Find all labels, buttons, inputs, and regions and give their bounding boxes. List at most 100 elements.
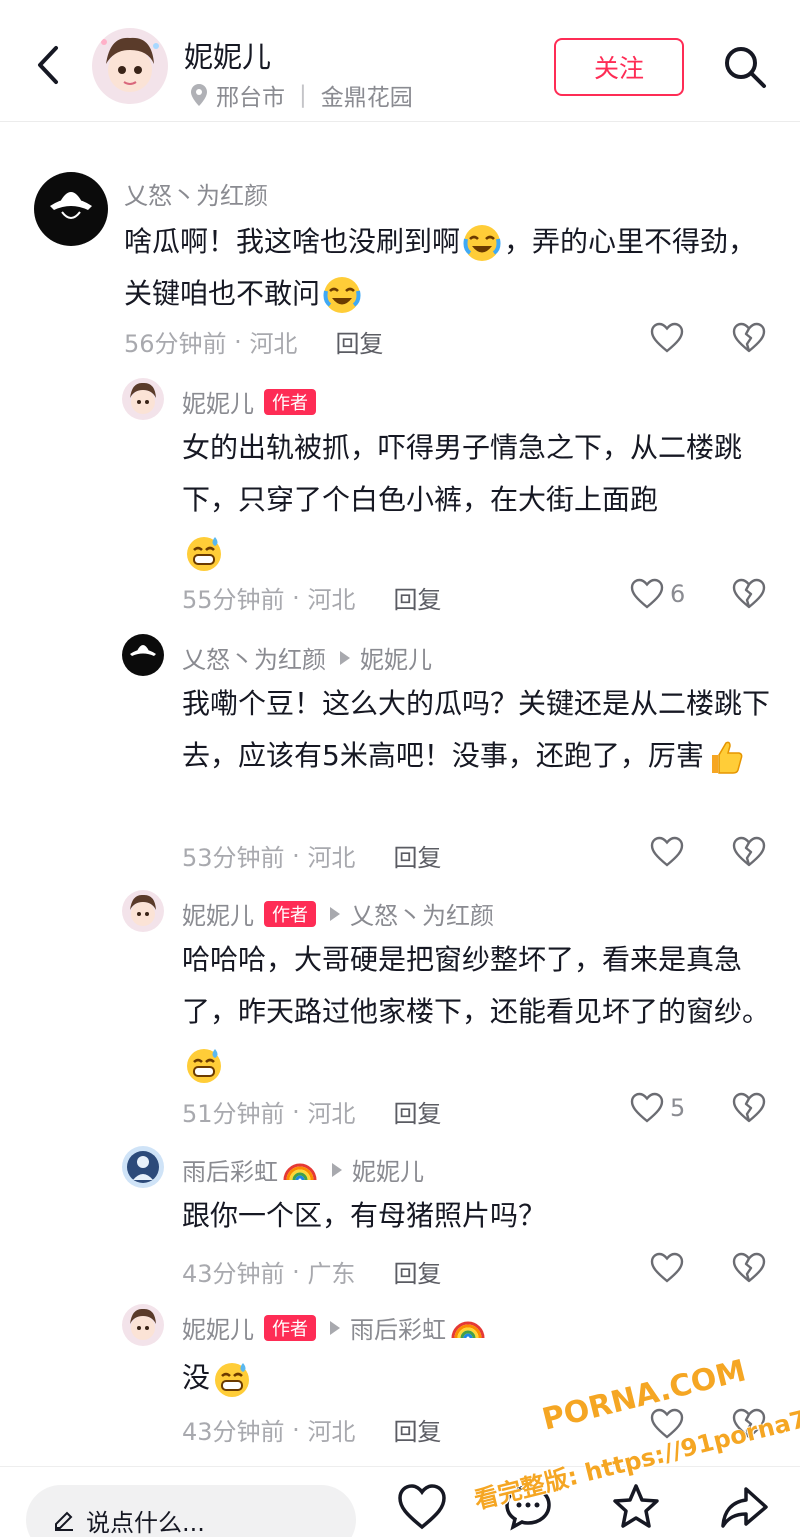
user-avatar[interactable] <box>34 172 108 246</box>
like-button[interactable] <box>650 322 684 354</box>
like-count: 6 <box>670 580 686 608</box>
reply-button[interactable]: 回复 <box>335 324 383 359</box>
comment-time: 43分钟前 <box>182 1260 285 1288</box>
heart-icon[interactable] <box>396 1481 448 1533</box>
broken-heart-icon[interactable] <box>732 1252 766 1284</box>
comment-input-placeholder: 说点什么... <box>86 1508 205 1537</box>
comment-username[interactable]: 妮妮儿 <box>182 1310 254 1345</box>
comment-text: 跟你一个区，有母猪照片吗？ <box>182 1190 772 1242</box>
thumbs-up-emoji-icon <box>711 741 743 774</box>
comment-header: 妮妮儿 作者 <box>182 384 316 419</box>
comment-text: 女的出轨被抓，吓得男子情急之下，从二楼跳下，只穿了个白色小裤，在大街上面跑 <box>182 422 772 578</box>
search-icon[interactable] <box>722 44 768 90</box>
comment-meta: 56分钟前 · 河北 回复 <box>124 324 383 359</box>
reply-button[interactable]: 回复 <box>393 1094 441 1129</box>
meta-dot: · <box>284 1415 308 1444</box>
back-arrow-icon[interactable] <box>30 40 70 90</box>
reply-to-username[interactable]: 乂怒丶为红颜 <box>350 896 494 931</box>
user-avatar[interactable] <box>122 1304 164 1346</box>
user-avatar[interactable] <box>122 634 164 676</box>
reply-button[interactable]: 回复 <box>393 1254 441 1289</box>
comment-time: 53分钟前 <box>182 844 285 872</box>
reply-button[interactable]: 回复 <box>393 838 441 873</box>
comment-time: 43分钟前 <box>182 1418 285 1446</box>
pencil-icon <box>55 1511 73 1531</box>
comment-text-part1: 我嘞个豆！这么大的瓜吗？关键还是从二楼跳下去，应该有5米高吧！没事，还跑了，厉害 <box>182 687 771 772</box>
comment-header: 乂怒丶为红颜 妮妮儿 <box>182 640 432 675</box>
reply-button[interactable]: 回复 <box>393 1412 441 1447</box>
comment-meta: 55分钟前 · 河北 回复 <box>182 580 441 615</box>
author-badge: 作者 <box>264 388 316 415</box>
location-pin-icon <box>191 84 207 106</box>
heart-icon <box>630 578 664 609</box>
comment-username[interactable]: 雨后彩虹 <box>182 1152 278 1187</box>
comment-meta: 53分钟前 · 河北 回复 <box>182 838 441 873</box>
comment-text-part1: 哈哈哈，大哥硬是把窗纱整坏了，看来是真急了，昨天路过他家楼下，还能看见坏了的窗纱… <box>182 943 771 1028</box>
star-icon[interactable] <box>610 1481 662 1533</box>
meta-dot: · <box>226 327 250 356</box>
comment-header: 雨后彩虹 妮妮儿 <box>182 1152 424 1187</box>
like-button[interactable] <box>650 1252 684 1284</box>
broken-heart-icon[interactable] <box>732 322 766 354</box>
user-avatar[interactable] <box>122 890 164 932</box>
rainbow-emoji-icon <box>283 1163 317 1180</box>
user-avatar[interactable] <box>122 378 164 420</box>
comment-time: 55分钟前 <box>182 586 285 614</box>
reply-to-username[interactable]: 雨后彩虹 <box>350 1310 446 1345</box>
like-button[interactable]: 5 <box>630 1092 685 1124</box>
comment-region: 河北 <box>307 844 356 872</box>
user-avatar[interactable] <box>122 1146 164 1188</box>
comment-meta: 43分钟前 · 河北 回复 <box>182 1412 441 1447</box>
like-count: 5 <box>670 1094 686 1122</box>
like-button[interactable]: 6 <box>630 578 685 610</box>
meta-dot: · <box>284 583 308 612</box>
location-separator: | <box>299 82 307 108</box>
comment-username[interactable]: 妮妮儿 <box>182 896 254 931</box>
reply-to-arrow-icon <box>330 906 340 921</box>
location: 邢台市 | 金鼎花园 <box>190 78 413 112</box>
comment-header: 妮妮儿 作者 雨后彩虹 <box>182 1310 486 1345</box>
grinning-sweat-emoji-icon <box>215 1363 250 1397</box>
broken-heart-icon[interactable] <box>732 836 766 868</box>
author-badge: 作者 <box>264 1314 316 1341</box>
comment-text-part1: 跟你一个区，有母猪照片吗？ <box>182 1199 547 1232</box>
comment-text: 啥瓜啊！我这啥也没刷到啊 ，弄的心里不得劲，关键咱也不敢问 <box>124 216 764 320</box>
heart-icon <box>650 836 684 867</box>
comment-region: 河北 <box>307 1418 356 1446</box>
comment-header: 妮妮儿 作者 乂怒丶为红颜 <box>182 896 494 931</box>
reply-button[interactable]: 回复 <box>393 580 441 615</box>
like-button[interactable] <box>650 836 684 868</box>
comment-meta: 43分钟前 · 广东 回复 <box>182 1254 441 1289</box>
comment-username[interactable]: 乂怒丶为红颜 <box>182 640 326 675</box>
author-avatar[interactable] <box>92 28 168 104</box>
reply-to-arrow-icon <box>340 650 350 665</box>
comment-meta: 51分钟前 · 河北 回复 <box>182 1094 441 1129</box>
comment-username[interactable]: 乂怒丶为红颜 <box>124 176 268 211</box>
rainbow-emoji-icon <box>451 1321 485 1338</box>
comment-region: 广东 <box>307 1260 356 1288</box>
reply-to-username[interactable]: 妮妮儿 <box>360 640 432 675</box>
heart-icon <box>650 1252 684 1283</box>
comment-text: 哈哈哈，大哥硬是把窗纱整坏了，看来是真急了，昨天路过他家楼下，还能看见坏了的窗纱… <box>182 934 772 1090</box>
author-name[interactable]: 妮妮儿 <box>184 34 271 76</box>
share-icon[interactable] <box>718 1481 770 1533</box>
meta-dot: · <box>284 841 308 870</box>
follow-button[interactable]: 关注 <box>554 38 684 96</box>
grinning-sweat-emoji-icon <box>187 537 221 571</box>
location-city: 邢台市 <box>216 85 285 111</box>
broken-heart-icon[interactable] <box>732 578 766 610</box>
comment-time: 56分钟前 <box>124 330 227 358</box>
comment-time: 51分钟前 <box>182 1100 285 1128</box>
comment-username[interactable]: 妮妮儿 <box>182 384 254 419</box>
broken-heart-icon[interactable] <box>732 1092 766 1124</box>
comment-text-part1: 没 <box>182 1361 211 1394</box>
crying-laughing-emoji-icon <box>323 277 361 313</box>
heart-icon <box>630 1092 664 1123</box>
comment-input[interactable]: 说点什么... <box>26 1485 356 1537</box>
reply-to-username[interactable]: 妮妮儿 <box>352 1152 424 1187</box>
location-place[interactable]: 金鼎花园 <box>321 78 413 112</box>
grinning-sweat-emoji-icon <box>187 1049 221 1083</box>
comment-region: 河北 <box>307 586 356 614</box>
comment-text: 我嘞个豆！这么大的瓜吗？关键还是从二楼跳下去，应该有5米高吧！没事，还跑了，厉害 <box>182 678 772 782</box>
comment-text-part1: 啥瓜啊！我这啥也没刷到啊 <box>124 225 461 258</box>
